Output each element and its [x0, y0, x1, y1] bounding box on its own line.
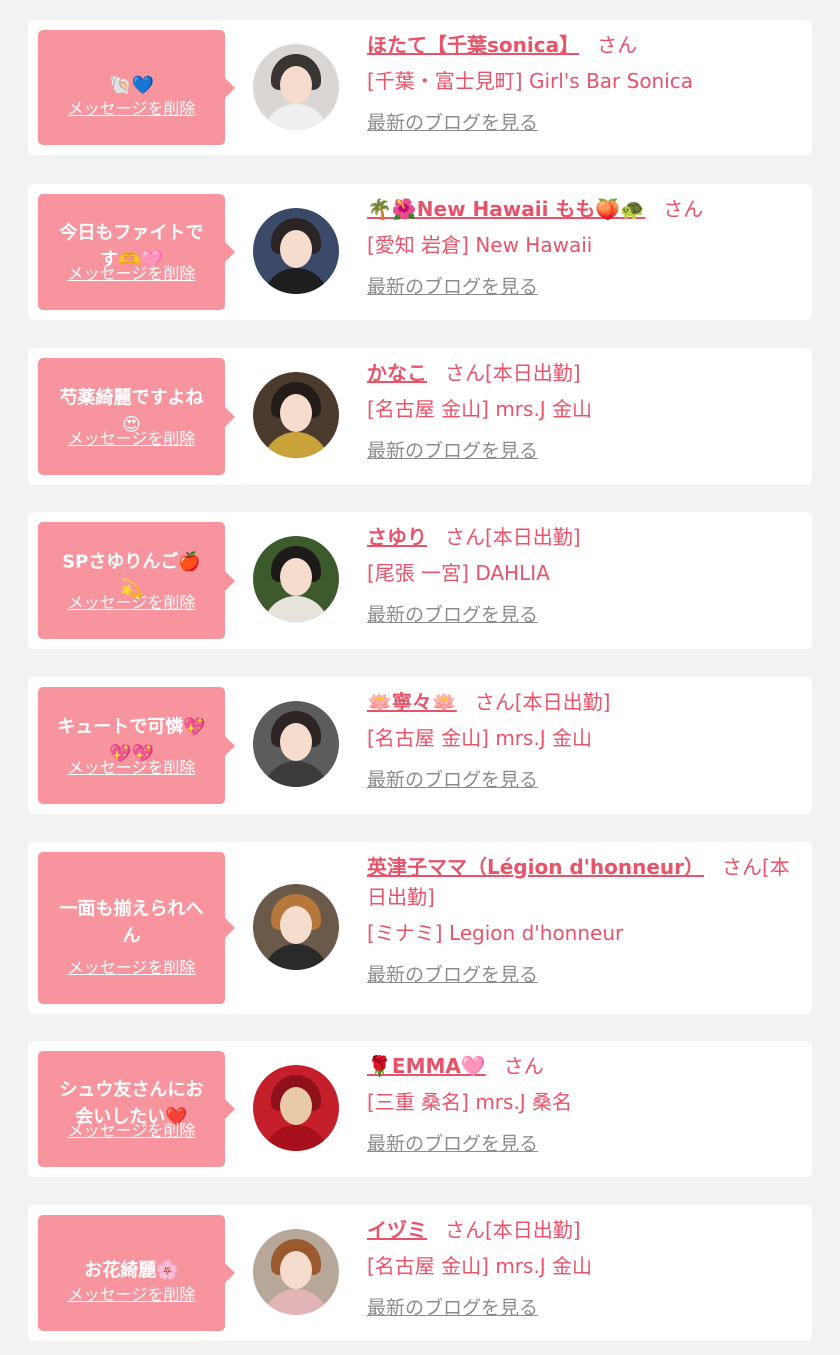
list-item: 芍薬綺麗ですよね 😍 メッセージを削除 かなこ さん[本日出勤] [名古屋 金山]…: [28, 348, 812, 485]
cast-info: 🪷寧々🪷 さん[本日出勤] [名古屋 金山] mrs.J 金山 最新のブログを見る: [367, 687, 798, 793]
message-bubble: SPさゆりんご🍎 💫 メッセージを削除: [38, 522, 235, 639]
message-bubble: 今日もファイトで す🫶🩷 メッセージを削除: [38, 194, 235, 310]
cast-info: 🌴🌺New Hawaii もも🍑🐢 さん [愛知 岩倉] New Hawaii 最…: [367, 194, 798, 300]
message-bubble: 一面も揃えられへ ん メッセージを削除: [38, 852, 235, 1004]
shop-label: [三重 桑名] mrs.J 桑名: [367, 1090, 573, 1114]
name-suffix: さん: [503, 1054, 544, 1078]
avatar[interactable]: [253, 536, 339, 622]
delete-message-link[interactable]: メッセージを削除: [38, 593, 225, 613]
delete-message-link[interactable]: メッセージを削除: [38, 429, 225, 449]
shop-label: [名古屋 金山] mrs.J 金山: [367, 1254, 593, 1278]
list-item: SPさゆりんご🍎 💫 メッセージを削除 さゆり さん[本日出勤] [尾張 一宮] …: [28, 512, 812, 649]
cast-info: 英津子ママ（Légion d'honneur） さん[本日出勤] [ミナミ] Le…: [367, 852, 798, 988]
shop-label: [千葉・富士見町] Girl's Bar Sonica: [367, 69, 694, 93]
cast-name-link[interactable]: 🪷寧々🪷: [367, 690, 457, 714]
delete-message-link[interactable]: メッセージを削除: [38, 1121, 225, 1141]
shop-label: [尾張 一宮] DAHLIA: [367, 561, 550, 585]
name-suffix: さん: [597, 33, 638, 57]
delete-message-link[interactable]: メッセージを削除: [38, 958, 225, 978]
cast-name-link[interactable]: 🌴🌺New Hawaii もも🍑🐢: [367, 197, 645, 221]
avatar[interactable]: [253, 884, 339, 970]
name-suffix: さん: [663, 197, 704, 221]
cast-name-link[interactable]: イヅミ: [367, 1218, 427, 1242]
delete-message-link[interactable]: メッセージを削除: [38, 264, 225, 284]
delete-message-link[interactable]: メッセージを削除: [38, 758, 225, 778]
message-text: 一面も揃えられへ ん: [59, 898, 204, 947]
list-item: 🐚💙 メッセージを削除 ほたて【千葉sonica】 さん [千葉・富士見町] Gi…: [28, 20, 812, 155]
message-bubble: お花綺麗🌸 メッセージを削除: [38, 1215, 235, 1331]
avatar[interactable]: [253, 372, 339, 458]
cast-name-link[interactable]: かなこ: [367, 361, 427, 385]
name-suffix: さん[本日出勤]: [474, 690, 611, 714]
list-item: キュートで可憐💖 💖💖 メッセージを削除 🪷寧々🪷 さん[本日出勤] [名古屋 金…: [28, 677, 812, 814]
cast-info: さゆり さん[本日出勤] [尾張 一宮] DAHLIA 最新のブログを見る: [367, 522, 798, 628]
list-item: シュウ友さんにお 会いしたい❤️ メッセージを削除 🌹EMMA🩷 さん [三重 桑…: [28, 1041, 812, 1177]
avatar[interactable]: [253, 44, 339, 130]
latest-blog-link[interactable]: 最新のブログを見る: [367, 110, 538, 136]
cast-name-link[interactable]: ほたて【千葉sonica】: [367, 33, 579, 57]
avatar[interactable]: [253, 1065, 339, 1151]
avatar[interactable]: [253, 208, 339, 294]
list-item: 一面も揃えられへ ん メッセージを削除 英津子ママ（Légion d'honne…: [28, 842, 812, 1014]
message-bubble: キュートで可憐💖 💖💖 メッセージを削除: [38, 687, 235, 804]
message-bubble: 🐚💙 メッセージを削除: [38, 30, 235, 145]
latest-blog-link[interactable]: 最新のブログを見る: [367, 767, 538, 793]
message-bubble: シュウ友さんにお 会いしたい❤️ メッセージを削除: [38, 1051, 235, 1167]
message-bubble: 芍薬綺麗ですよね 😍 メッセージを削除: [38, 358, 235, 475]
delete-message-link[interactable]: メッセージを削除: [38, 1285, 225, 1305]
cast-name-link[interactable]: 🌹EMMA🩷: [367, 1054, 486, 1078]
list-item: お花綺麗🌸 メッセージを削除 イヅミ さん[本日出勤] [名古屋 金山] mrs.…: [28, 1205, 812, 1341]
name-suffix: さん[本日出勤]: [445, 525, 581, 549]
favorites-list: 🐚💙 メッセージを削除 ほたて【千葉sonica】 さん [千葉・富士見町] Gi…: [0, 0, 840, 1355]
shop-label: [名古屋 金山] mrs.J 金山: [367, 726, 593, 750]
name-suffix: さん[本日出勤]: [445, 361, 581, 385]
cast-info: 🌹EMMA🩷 さん [三重 桑名] mrs.J 桑名 最新のブログを見る: [367, 1051, 798, 1157]
cast-info: イヅミ さん[本日出勤] [名古屋 金山] mrs.J 金山 最新のブログを見る: [367, 1215, 798, 1321]
latest-blog-link[interactable]: 最新のブログを見る: [367, 1295, 538, 1321]
shop-label: [名古屋 金山] mrs.J 金山: [367, 397, 593, 421]
cast-name-link[interactable]: 英津子ママ（Légion d'honneur）: [367, 855, 704, 879]
name-suffix: さん[本日出勤]: [445, 1218, 581, 1242]
message-text: お花綺麗🌸: [84, 1259, 179, 1281]
avatar[interactable]: [253, 1229, 339, 1315]
shop-label: [ミナミ] Legion d'honneur: [367, 921, 624, 945]
delete-message-link[interactable]: メッセージを削除: [38, 99, 225, 119]
latest-blog-link[interactable]: 最新のブログを見る: [367, 274, 538, 300]
cast-name-link[interactable]: さゆり: [367, 525, 427, 549]
latest-blog-link[interactable]: 最新のブログを見る: [367, 1131, 538, 1157]
shop-label: [愛知 岩倉] New Hawaii: [367, 233, 593, 257]
latest-blog-link[interactable]: 最新のブログを見る: [367, 962, 538, 988]
list-item: 今日もファイトで す🫶🩷 メッセージを削除 🌴🌺New Hawaii もも🍑🐢 さ…: [28, 184, 812, 320]
message-text: 🐚💙: [109, 74, 154, 96]
latest-blog-link[interactable]: 最新のブログを見る: [367, 438, 538, 464]
avatar[interactable]: [253, 701, 339, 787]
cast-info: かなこ さん[本日出勤] [名古屋 金山] mrs.J 金山 最新のブログを見る: [367, 358, 798, 464]
latest-blog-link[interactable]: 最新のブログを見る: [367, 602, 538, 628]
cast-info: ほたて【千葉sonica】 さん [千葉・富士見町] Girl's Bar Son…: [367, 30, 798, 136]
